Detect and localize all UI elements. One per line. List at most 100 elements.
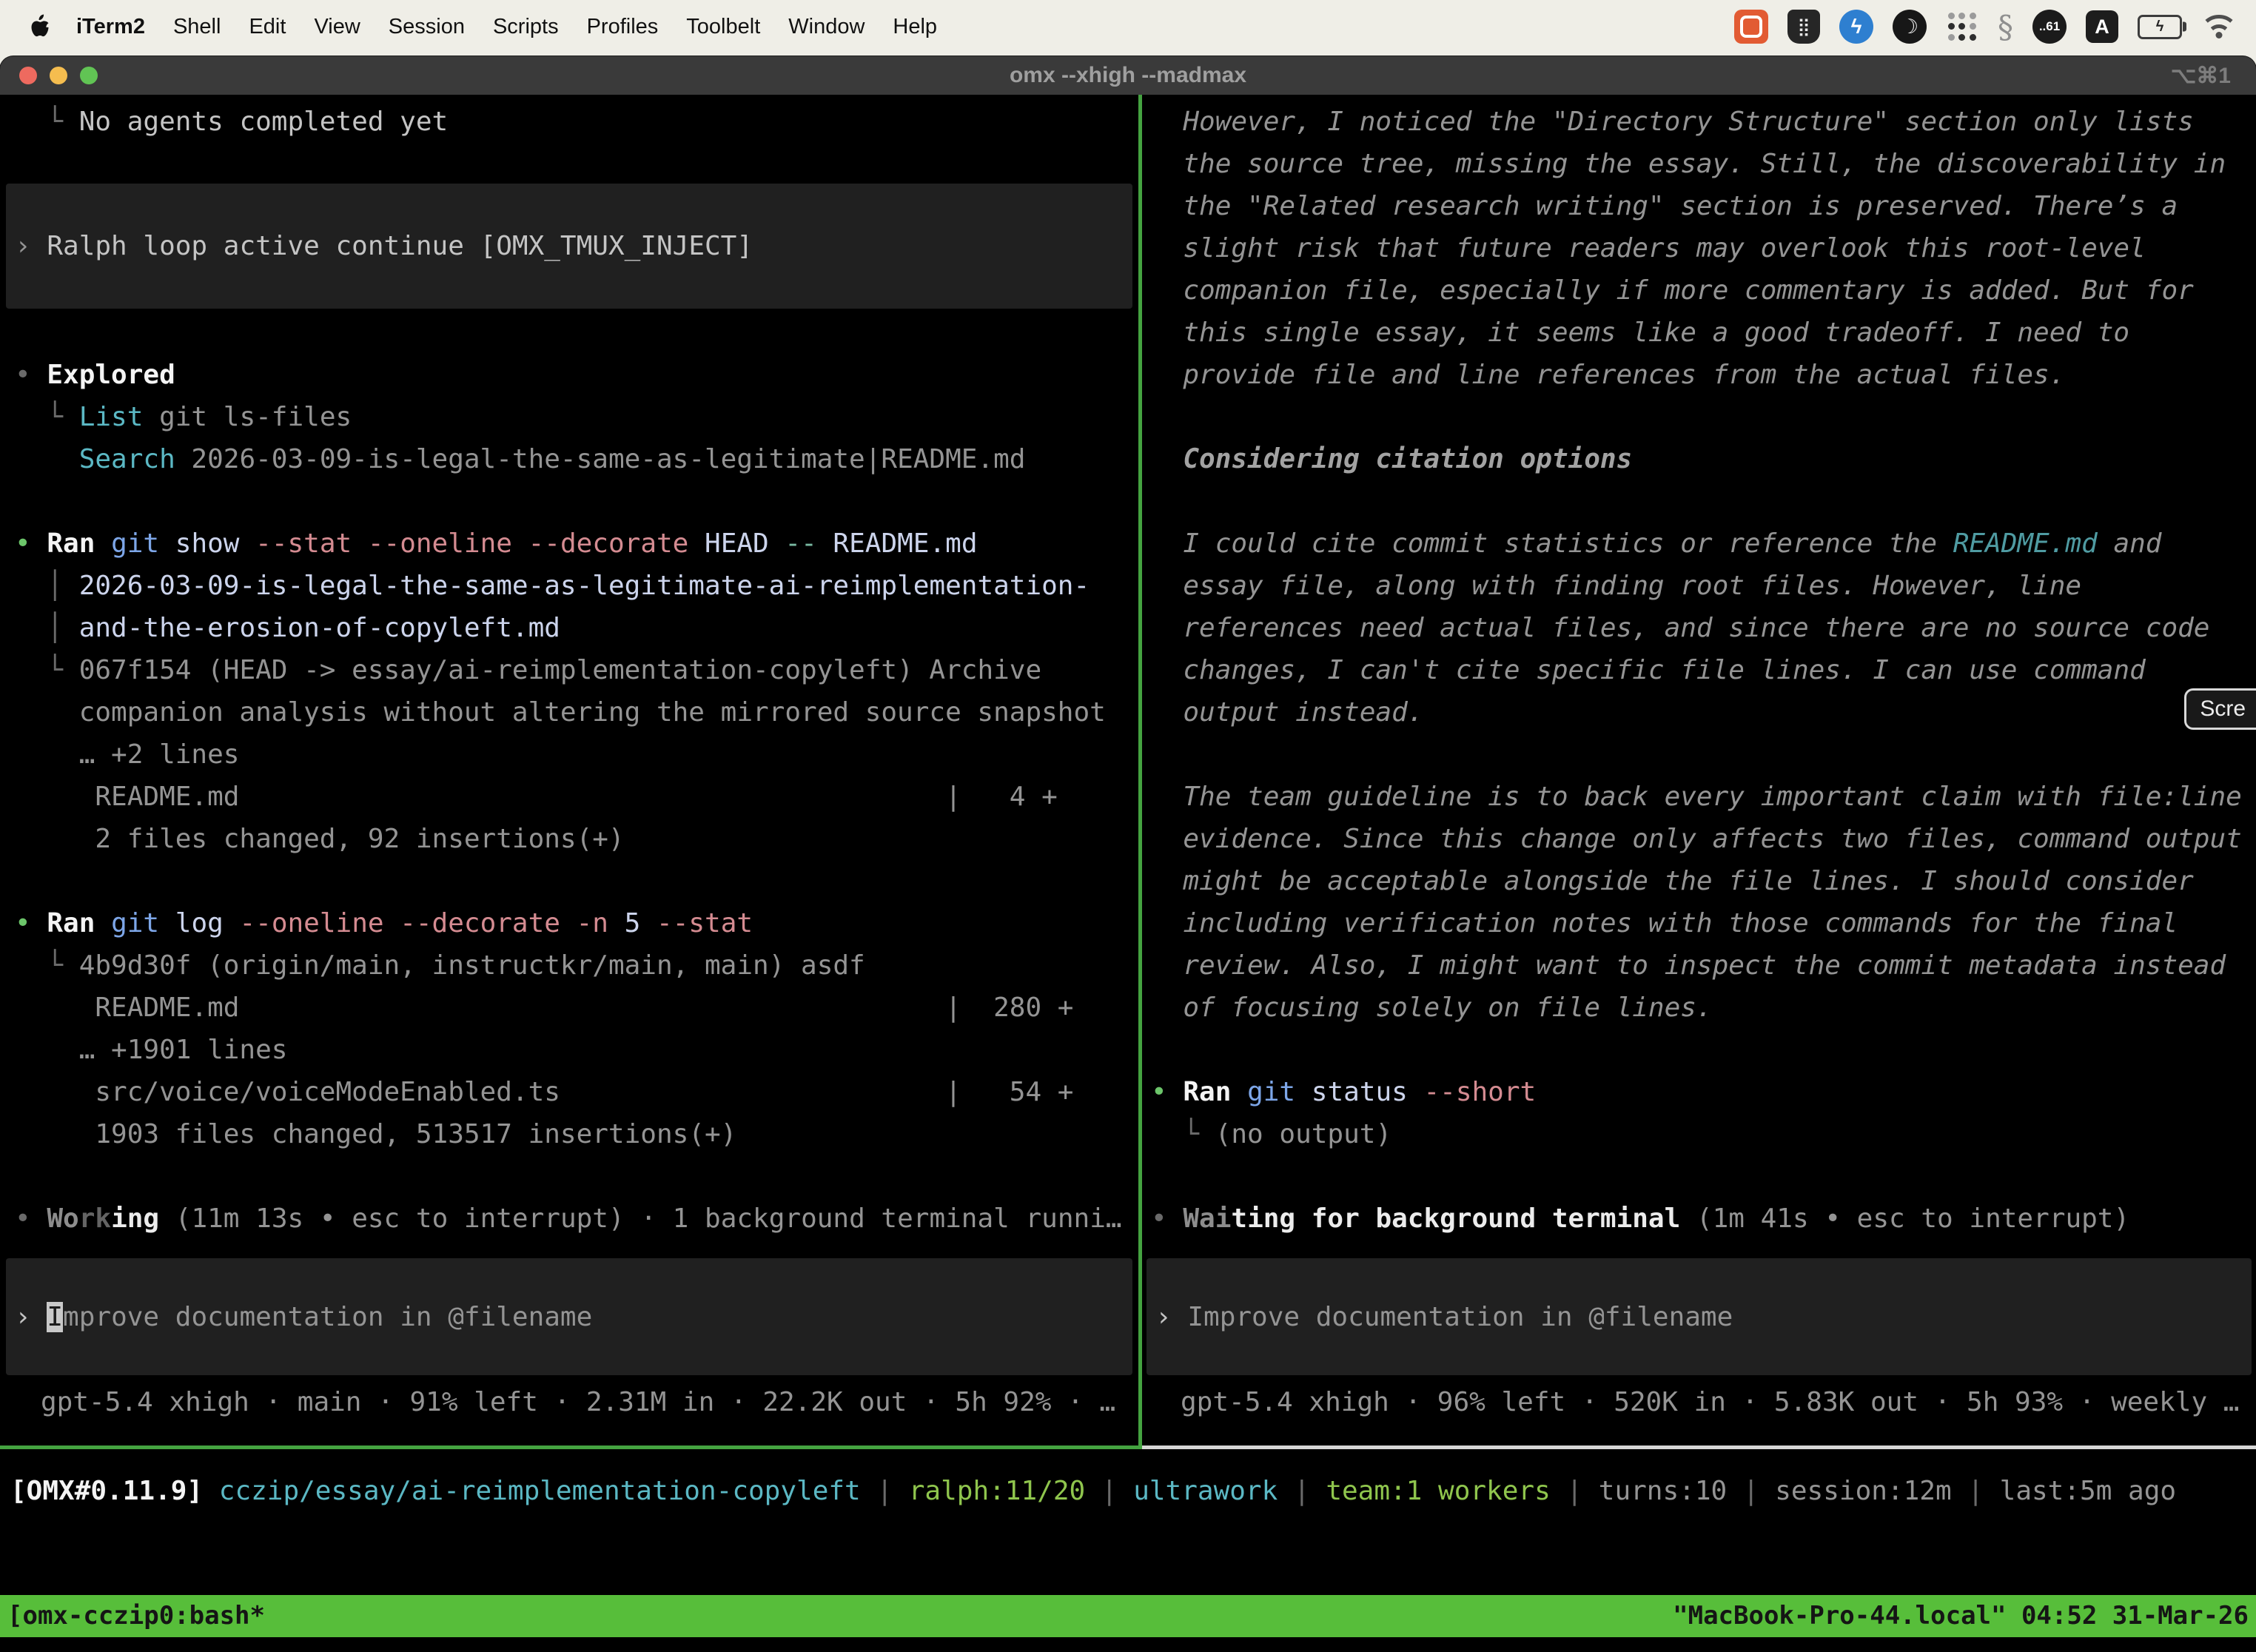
window-controls	[19, 67, 98, 84]
terminal-line: the source tree, missing the essay. Stil…	[1151, 143, 2256, 185]
terminal-line: … +1901 lines	[15, 1029, 1138, 1071]
terminal-line: • Working (11m 13s • esc to interrupt) ·…	[15, 1198, 1138, 1240]
apple-logo-icon[interactable]	[30, 14, 50, 39]
menu-item-shell[interactable]: Shell	[159, 15, 235, 39]
terminal-line: 1903 files changed, 513517 insertions(+)	[15, 1113, 1138, 1155]
terminal-line: └ List git ls-files	[15, 396, 1138, 438]
terminal-line: • Ran git show --stat --oneline --decora…	[15, 523, 1138, 565]
terminal-line: companion analysis without altering the …	[15, 691, 1138, 733]
terminal-content: └ No agents completed yet › Ralph loop a…	[0, 95, 2256, 1449]
terminal-line: provide file and line references from th…	[1151, 354, 2256, 396]
terminal-line: │ and-the-erosion-of-copyleft.md	[15, 607, 1138, 649]
input-source-icon[interactable]: A	[2086, 10, 2118, 43]
terminal-line: output instead.	[1151, 691, 2256, 733]
terminal-line: However, I noticed the "Directory Struct…	[1151, 101, 2256, 143]
close-button[interactable]	[19, 67, 37, 84]
chat-app-icon[interactable]	[1734, 10, 1768, 44]
window-title: omx --xhigh --madmax	[0, 63, 2256, 88]
terminal-line: └ 4b9d30f (origin/main, instructkr/main,…	[15, 944, 1138, 987]
terminal-line	[15, 860, 1138, 902]
terminal-line: 2 files changed, 92 insertions(+)	[15, 818, 1138, 860]
menu-item-scripts[interactable]: Scripts	[479, 15, 573, 39]
model-status-left: gpt-5.4 xhigh · main · 91% left · 2.31M …	[41, 1381, 1115, 1423]
menu-item-session[interactable]: Session	[375, 15, 479, 39]
terminal-line: Considering citation options	[1151, 438, 2256, 480]
terminal-line: of focusing solely on file lines.	[1151, 987, 2256, 1029]
menu-items: iTerm2ShellEditViewSessionScriptsProfile…	[62, 15, 951, 39]
terminal-line: • Ran git status --short	[1151, 1071, 2256, 1113]
screen-notification-popup[interactable]: Scre	[2184, 688, 2256, 730]
terminal-line: └ 067f154 (HEAD -> essay/ai-reimplementa…	[15, 649, 1138, 691]
terminal-line: └ (no output)	[1151, 1113, 2256, 1155]
tmux-host-clock: "MacBook-Pro-44.local" 04:52 31-Mar-26	[1673, 1595, 2249, 1637]
terminal-line	[15, 1155, 1138, 1198]
pane-border-bottom-right	[1142, 1446, 2256, 1449]
window-shortcut: ⌥⌘1	[2171, 63, 2231, 89]
terminal-line	[1151, 1029, 2256, 1071]
menu-item-profiles[interactable]: Profiles	[573, 15, 673, 39]
zoom-button[interactable]	[80, 67, 98, 84]
terminal-line: src/voice/voiceModeEnabled.ts | 54 +	[15, 1071, 1138, 1113]
dots-grid-icon[interactable]	[1946, 10, 1978, 43]
menu-item-view[interactable]: View	[300, 15, 374, 39]
menu-bar: iTerm2ShellEditViewSessionScriptsProfile…	[0, 0, 2256, 53]
bolt-badge-icon[interactable]: ϟ	[1839, 10, 1873, 44]
menu-item-edit[interactable]: Edit	[235, 15, 300, 39]
terminal-line: README.md | 4 +	[15, 776, 1138, 818]
terminal-line: review. Also, I might want to inspect th…	[1151, 944, 2256, 987]
terminal-line: … +2 lines	[15, 733, 1138, 776]
terminal-line: I could cite commit statistics or refere…	[1151, 523, 2256, 565]
terminal-line	[15, 480, 1138, 523]
right-transcript: However, I noticed the "Directory Struct…	[1142, 95, 2256, 1240]
terminal-line	[1151, 1155, 2256, 1198]
right-pane[interactable]: However, I noticed the "Directory Struct…	[1142, 95, 2256, 1446]
tmux-status-bar: [omx-cczip0:bash* "MacBook-Pro-44.local"…	[0, 1595, 2256, 1637]
terminal-window: omx --xhigh --madmax ⌥⌘1 └ No agents com…	[0, 56, 2256, 1652]
terminal-line: │ 2026-03-09-is-legal-the-same-as-legiti…	[15, 565, 1138, 607]
menu-item-window[interactable]: Window	[774, 15, 879, 39]
menu-item-iterm2[interactable]: iTerm2	[62, 15, 159, 39]
omx-status-bar: [OMX#0.11.9] cczip/essay/ai-reimplementa…	[0, 1470, 2256, 1513]
terminal-line: changes, I can't cite specific file line…	[1151, 649, 2256, 691]
pane-border-bottom-left	[0, 1446, 1142, 1449]
terminal-line: companion file, especially if more comme…	[1151, 269, 2256, 312]
terminal-line: • Waiting for background terminal (1m 41…	[1151, 1198, 2256, 1240]
terminal-line: essay file, along with finding root file…	[1151, 565, 2256, 607]
minimize-button[interactable]	[50, 67, 67, 84]
tmux-session-window[interactable]: [omx-cczip0:bash*	[7, 1595, 265, 1637]
terminal-line	[1151, 396, 2256, 438]
left-pane[interactable]: └ No agents completed yet › Ralph loop a…	[0, 95, 1138, 1446]
terminal-line: references need actual files, and since …	[1151, 607, 2256, 649]
terminal-line: Search 2026-03-09-is-legal-the-same-as-l…	[15, 438, 1138, 480]
keyboard-shield-icon[interactable]: ⣿	[1787, 10, 1820, 44]
terminal-line: README.md | 280 +	[15, 987, 1138, 1029]
menu-item-help[interactable]: Help	[879, 15, 951, 39]
terminal-line: • Explored	[15, 354, 1138, 396]
battery-icon[interactable]: ϟ	[2138, 15, 2182, 39]
menu-status-icons: ⣿ ϟ ☽ § ..61 Aϟ	[1734, 9, 2237, 45]
terminal-line: evidence. Since this change only affects…	[1151, 818, 2256, 860]
moon-app-icon[interactable]: ☽	[1893, 10, 1927, 44]
prompt-text: › Improve documentation in @filename	[1155, 1296, 1733, 1338]
terminal-line	[1151, 733, 2256, 776]
model-status-right: gpt-5.4 xhigh · 96% left · 520K in · 5.8…	[1181, 1381, 2239, 1423]
terminal-line: including verification notes with those …	[1151, 902, 2256, 944]
agents-status-line: └ No agents completed yet	[15, 101, 448, 143]
terminal-line	[1151, 480, 2256, 523]
terminal-line: • Ran git log --oneline --decorate -n 5 …	[15, 902, 1138, 944]
title-bar[interactable]: omx --xhigh --madmax ⌥⌘1	[0, 56, 2256, 96]
squiggle-icon[interactable]: §	[1998, 9, 2013, 45]
terminal-line: slight risk that future readers may over…	[1151, 227, 2256, 269]
wifi-icon[interactable]	[2201, 13, 2237, 41]
prompt-input-left[interactable]: › Improve documentation in @filename	[6, 1258, 1132, 1375]
ralph-loop-box: › Ralph loop active continue [OMX_TMUX_I…	[6, 184, 1132, 309]
prompt-text: › Improve documentation in @filename	[15, 1296, 592, 1338]
menu-item-toolbelt[interactable]: Toolbelt	[672, 15, 774, 39]
terminal-line: this single essay, it seems like a good …	[1151, 312, 2256, 354]
terminal-line: the "Related research writing" section i…	[1151, 185, 2256, 227]
terminal-line: might be acceptable alongside the file l…	[1151, 860, 2256, 902]
prompt-input-right[interactable]: › Improve documentation in @filename	[1147, 1258, 2252, 1375]
ralph-loop-line: › Ralph loop active continue [OMX_TMUX_I…	[15, 225, 753, 267]
terminal-line: The team guideline is to back every impo…	[1151, 776, 2256, 818]
percent-badge-icon[interactable]: ..61	[2032, 10, 2067, 44]
